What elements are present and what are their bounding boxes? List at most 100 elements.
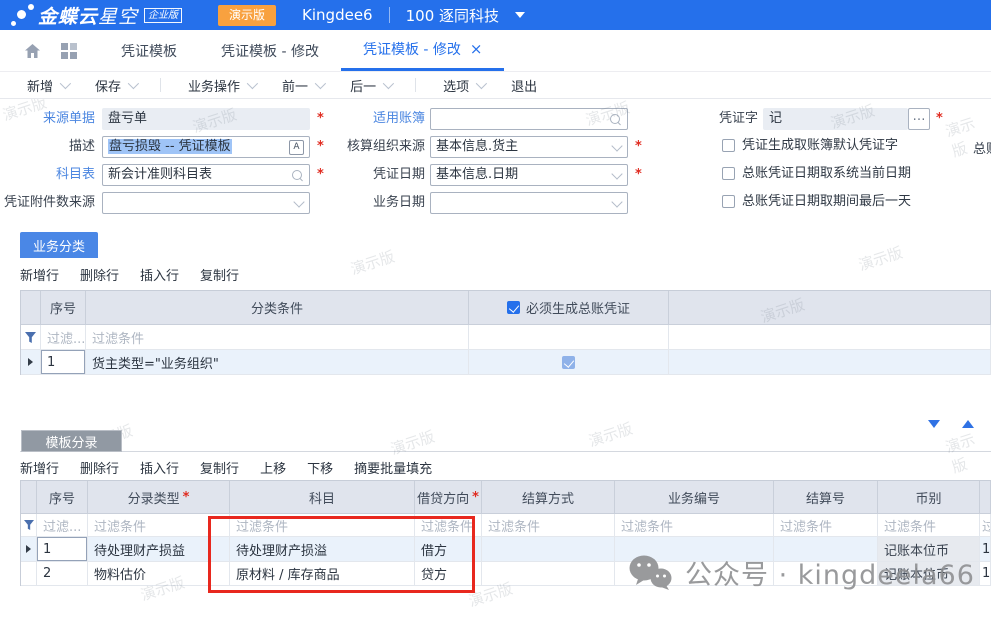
account-cell[interactable]: 待处理财产损溢 bbox=[230, 537, 415, 562]
must-gl-header[interactable]: 必须生成总账凭证 bbox=[469, 291, 669, 325]
account-table-label[interactable]: 科目表 bbox=[0, 164, 95, 186]
clipped-cell[interactable]: 1 bbox=[980, 537, 991, 562]
options-button[interactable]: 选项 bbox=[443, 76, 484, 95]
button-label: 业务操作 bbox=[188, 76, 240, 95]
row-expander-cell[interactable] bbox=[21, 350, 41, 375]
biz-grid-actions: 新增行 删除行 插入行 复制行 bbox=[20, 265, 239, 284]
default-voucher-word-checkbox[interactable] bbox=[722, 139, 735, 152]
filter-cell[interactable]: 过滤条件 bbox=[415, 514, 482, 537]
chevron-down-icon[interactable] bbox=[293, 196, 304, 207]
filter-cell[interactable] bbox=[469, 325, 669, 350]
filter-cell[interactable]: 过滤... bbox=[41, 325, 86, 350]
move-up-button[interactable]: 上移 bbox=[260, 458, 286, 477]
tab-voucher-template-edit-active[interactable]: 凭证模板 - 修改 × bbox=[341, 30, 505, 71]
delete-row-button[interactable]: 删除行 bbox=[80, 458, 119, 477]
description-input[interactable]: 盘亏损毁 -- 凭证模板 A bbox=[102, 136, 310, 158]
add-row-button[interactable]: 新增行 bbox=[20, 265, 59, 284]
copy-row-button[interactable]: 复制行 bbox=[200, 265, 239, 284]
gl-date-system-checkbox-label[interactable]: 总账凭证日期取系统当前日期 bbox=[742, 166, 911, 182]
move-down-button[interactable]: 下移 bbox=[307, 458, 333, 477]
voucher-word-more-button[interactable]: … bbox=[908, 108, 930, 130]
direction-cell[interactable]: 借方 bbox=[415, 537, 482, 562]
business-classification-table: 序号 分类条件 必须生成总账凭证 过滤... 过滤条件 1 货主类型="业务组织… bbox=[20, 290, 991, 375]
filter-cell[interactable]: 过滤条件 bbox=[88, 514, 230, 537]
new-button[interactable]: 新增 bbox=[27, 76, 68, 95]
org-source-select[interactable]: 基本信息.货主 bbox=[430, 136, 628, 158]
empty-cell[interactable] bbox=[669, 350, 991, 375]
entry-type-cell[interactable]: 待处理财产损益 bbox=[88, 537, 230, 562]
filter-cell[interactable]: 过 bbox=[980, 514, 991, 537]
tenant-name[interactable]: 100 逐同科技 bbox=[406, 5, 499, 26]
demo-watermark: 演示版 bbox=[586, 418, 635, 452]
collapse-section-icon[interactable] bbox=[928, 420, 940, 428]
direction-cell[interactable]: 贷方 bbox=[415, 562, 482, 586]
settle-method-cell[interactable] bbox=[482, 537, 615, 562]
apps-grid-icon[interactable] bbox=[61, 43, 77, 59]
condition-cell[interactable]: 货主类型="业务组织" bbox=[86, 350, 469, 375]
source-bill-value: 盘亏单 bbox=[108, 109, 304, 129]
filter-cell[interactable]: 过滤条件 bbox=[615, 514, 774, 537]
demo-version-button[interactable]: 演示版 bbox=[218, 5, 276, 26]
filter-cell[interactable] bbox=[669, 325, 991, 350]
source-bill-label[interactable]: 来源单据 bbox=[0, 108, 95, 130]
tab-close-icon[interactable]: × bbox=[470, 40, 483, 58]
filter-cell[interactable]: 过滤条件 bbox=[878, 514, 980, 537]
batch-fill-summary-button[interactable]: 摘要批量填充 bbox=[354, 458, 432, 477]
must-gl-cell[interactable] bbox=[469, 350, 669, 375]
exit-button[interactable]: 退出 bbox=[511, 76, 537, 95]
applicable-book-input[interactable] bbox=[430, 108, 628, 130]
filter-cell[interactable]: 过滤条件 bbox=[774, 514, 878, 537]
applicable-book-label[interactable]: 适用账簿 bbox=[320, 108, 425, 130]
empty-header bbox=[669, 291, 991, 325]
filter-icon-cell[interactable] bbox=[21, 325, 41, 350]
tab-template-entries[interactable]: 模板分录 bbox=[21, 430, 122, 452]
business-date-select[interactable] bbox=[430, 192, 628, 214]
search-icon[interactable] bbox=[292, 170, 302, 180]
text-editor-icon[interactable]: A bbox=[289, 140, 304, 155]
row-expander-cell[interactable] bbox=[21, 537, 37, 562]
chevron-down-icon[interactable] bbox=[611, 168, 622, 179]
copy-row-button[interactable]: 复制行 bbox=[200, 458, 239, 477]
insert-row-button[interactable]: 插入行 bbox=[140, 458, 179, 477]
chevron-down-icon bbox=[315, 78, 326, 89]
tab-business-classification[interactable]: 业务分类 bbox=[20, 232, 98, 258]
tab-voucher-template-edit[interactable]: 凭证模板 - 修改 bbox=[199, 30, 341, 71]
save-button[interactable]: 保存 bbox=[95, 76, 136, 95]
settle-method-header: 结算方式 bbox=[482, 481, 615, 514]
filter-cell[interactable]: 过滤条件 bbox=[230, 514, 415, 537]
previous-button[interactable]: 前一 bbox=[282, 76, 323, 95]
entry-type-cell[interactable]: 物料估价 bbox=[88, 562, 230, 586]
add-row-button[interactable]: 新增行 bbox=[20, 458, 59, 477]
next-button[interactable]: 后一 bbox=[350, 76, 391, 95]
default-voucher-word-checkbox-label[interactable]: 凭证生成取账簿默认凭证字 bbox=[742, 138, 898, 154]
must-gl-row-checkbox[interactable] bbox=[562, 356, 575, 369]
gl-date-period-end-checkbox[interactable] bbox=[722, 195, 735, 208]
must-gl-header-checkbox[interactable] bbox=[507, 301, 520, 314]
settle-method-cell[interactable] bbox=[482, 562, 615, 586]
attachment-source-select[interactable] bbox=[102, 192, 310, 214]
filter-cell[interactable]: 过滤... bbox=[37, 514, 88, 537]
search-icon[interactable] bbox=[610, 114, 620, 124]
account-cell[interactable]: 原材料 / 库存商品 bbox=[230, 562, 415, 586]
gl-date-system-checkbox[interactable] bbox=[722, 167, 735, 180]
filter-icon-cell[interactable] bbox=[21, 514, 37, 537]
home-icon[interactable] bbox=[24, 43, 41, 59]
expand-section-icon[interactable] bbox=[962, 420, 974, 428]
seq-cell[interactable]: 1 bbox=[41, 350, 86, 375]
business-operation-button[interactable]: 业务操作 bbox=[188, 76, 255, 95]
chevron-down-icon[interactable] bbox=[611, 196, 622, 207]
gl-date-period-end-checkbox-label[interactable]: 总账凭证日期取期间最后一天 bbox=[742, 194, 911, 210]
voucher-date-select[interactable]: 基本信息.日期 bbox=[430, 164, 628, 186]
seq-cell[interactable]: 2 bbox=[37, 562, 88, 586]
filter-cell[interactable]: 过滤条件 bbox=[86, 325, 469, 350]
clipped-cell[interactable]: 1 bbox=[980, 562, 991, 586]
account-table-input[interactable]: 新会计准则科目表 bbox=[102, 164, 310, 186]
row-expander-cell[interactable] bbox=[21, 562, 37, 586]
chevron-down-icon[interactable] bbox=[611, 140, 622, 151]
insert-row-button[interactable]: 插入行 bbox=[140, 265, 179, 284]
tenant-dropdown-icon[interactable] bbox=[515, 12, 525, 18]
delete-row-button[interactable]: 删除行 bbox=[80, 265, 119, 284]
filter-cell[interactable]: 过滤条件 bbox=[482, 514, 615, 537]
seq-cell[interactable]: 1 bbox=[37, 537, 88, 562]
tab-voucher-template[interactable]: 凭证模板 bbox=[99, 30, 199, 71]
